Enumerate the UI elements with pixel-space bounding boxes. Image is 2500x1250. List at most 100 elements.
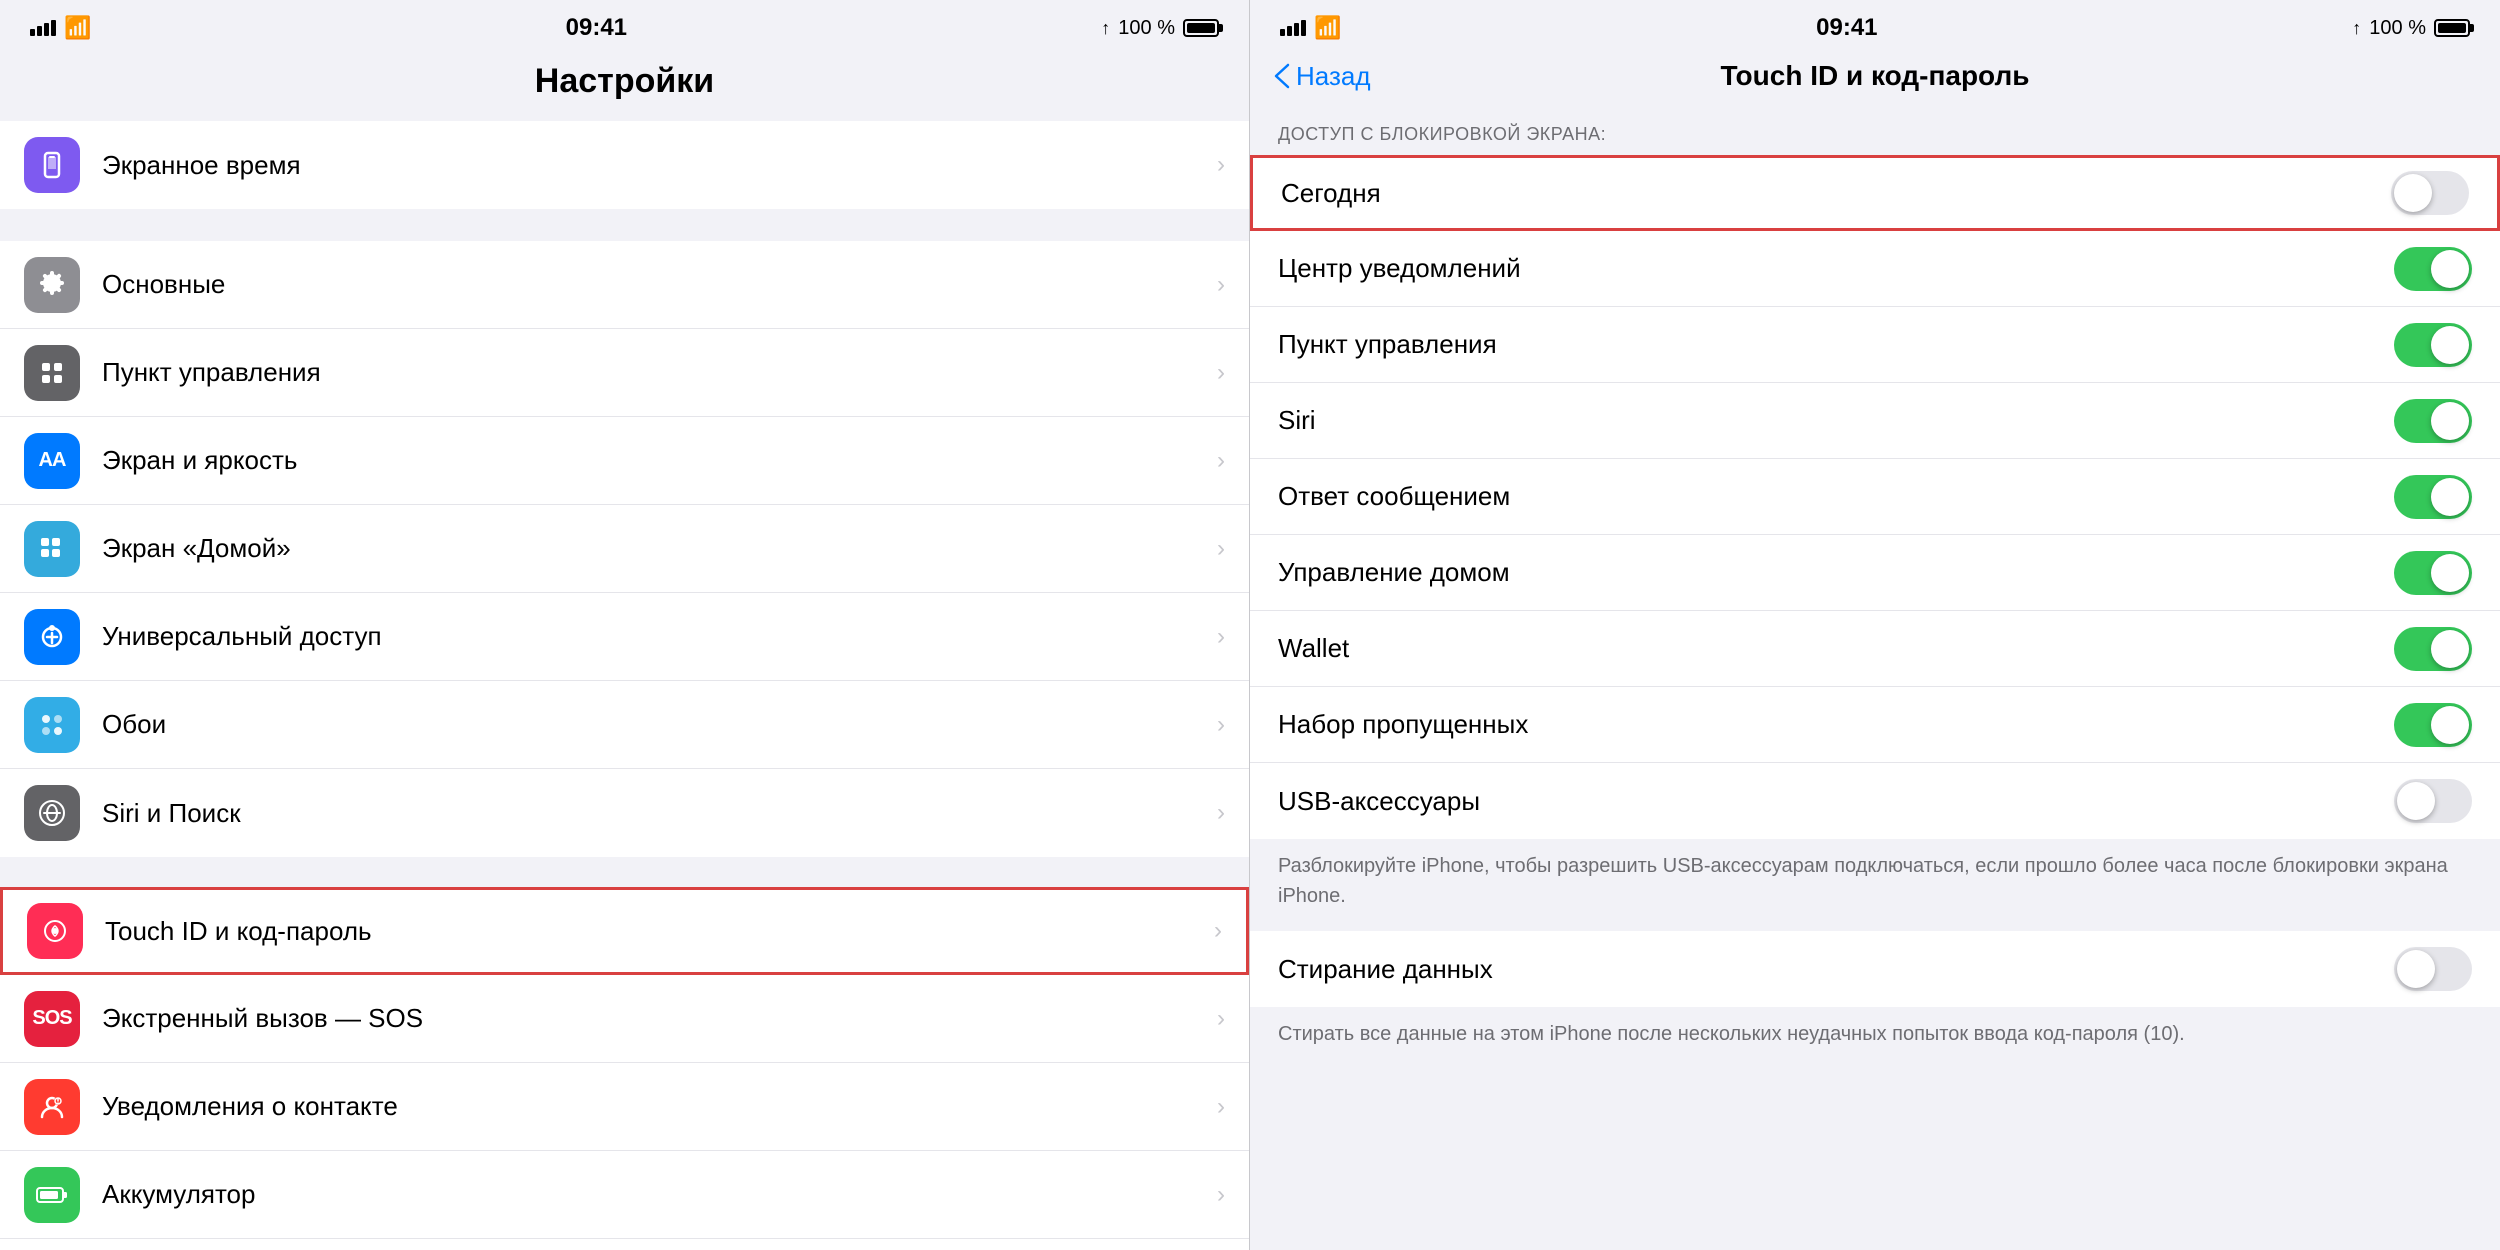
- toggle-missed-calls[interactable]: Набор пропущенных: [1250, 687, 2500, 763]
- today-toggle[interactable]: [2391, 171, 2469, 215]
- control-center-label: Пункт управления: [102, 357, 1209, 388]
- general-icon: [24, 257, 80, 313]
- reply-message-label: Ответ сообщением: [1278, 481, 2394, 512]
- notifications-toggle[interactable]: [2394, 247, 2472, 291]
- back-label: Назад: [1296, 61, 1371, 92]
- toggle-erase-data[interactable]: Стирание данных: [1250, 931, 2500, 1007]
- erase-data-toggle[interactable]: [2394, 947, 2472, 991]
- erase-section: Стирание данных: [1250, 931, 2500, 1007]
- toggle-today[interactable]: Сегодня: [1250, 155, 2500, 231]
- home-control-label: Управление домом: [1278, 557, 2394, 588]
- list-item-general[interactable]: Основные ›: [0, 241, 1249, 329]
- chevron-icon: ›: [1217, 359, 1225, 387]
- today-label: Сегодня: [1281, 178, 2391, 209]
- chevron-icon: ›: [1217, 1093, 1225, 1121]
- list-item-siri[interactable]: Siri и Поиск ›: [0, 769, 1249, 857]
- siri-toggle[interactable]: [2394, 399, 2472, 443]
- toggle-wallet[interactable]: Wallet: [1250, 611, 2500, 687]
- accessibility-label: Универсальный доступ: [102, 621, 1209, 652]
- battery-settings-icon: [24, 1167, 80, 1223]
- list-item-wallpaper[interactable]: Обои ›: [0, 681, 1249, 769]
- sos-label: Экстренный вызов — SOS: [102, 1003, 1209, 1034]
- chevron-icon: ›: [1217, 151, 1225, 179]
- chevron-icon: ›: [1217, 271, 1225, 299]
- right-location-icon: ↑: [2352, 18, 2361, 39]
- list-item-touch-id[interactable]: Touch ID и код-пароль ›: [0, 887, 1249, 975]
- lock-screen-section-header: ДОСТУП С БЛОКИРОВКОЙ ЭКРАНА:: [1250, 108, 2500, 155]
- chevron-icon: ›: [1217, 1181, 1225, 1209]
- page-title-right: Touch ID и код-пароль: [1394, 60, 2356, 92]
- battery-label: Аккумулятор: [102, 1179, 1209, 1210]
- list-item-battery[interactable]: Аккумулятор ›: [0, 1151, 1249, 1239]
- reply-message-toggle[interactable]: [2394, 475, 2472, 519]
- chevron-icon: ›: [1217, 623, 1225, 651]
- list-item-accessibility[interactable]: Универсальный доступ ›: [0, 593, 1249, 681]
- left-battery-area: ↑ 100 %: [1101, 17, 1219, 40]
- usb-label: USB-аксессуары: [1278, 786, 2394, 817]
- erase-data-label: Стирание данных: [1278, 954, 2394, 985]
- right-battery-area: ↑ 100 %: [2352, 17, 2470, 40]
- toggle-siri[interactable]: Siri: [1250, 383, 2500, 459]
- settings-title: Настройки: [0, 52, 1249, 121]
- contact-notif-label: Уведомления о контакте: [102, 1091, 1209, 1122]
- chevron-icon: ›: [1217, 447, 1225, 475]
- erase-footer: Стирать все данные на этом iPhone после …: [1250, 1007, 2500, 1069]
- wallet-label: Wallet: [1278, 633, 2394, 664]
- control-center-icon: [24, 345, 80, 401]
- right-content: ДОСТУП С БЛОКИРОВКОЙ ЭКРАНА: Сегодня Цен…: [1250, 108, 2500, 1250]
- siri-icon: [24, 785, 80, 841]
- chevron-icon: ›: [1214, 917, 1222, 945]
- left-time: 09:41: [566, 14, 627, 42]
- usb-toggle[interactable]: [2394, 779, 2472, 823]
- wallpaper-label: Обои: [102, 709, 1209, 740]
- wallet-toggle[interactable]: [2394, 627, 2472, 671]
- right-battery-icon: [2434, 19, 2470, 37]
- list-item-home-screen[interactable]: Экран «Домой» ›: [0, 505, 1249, 593]
- wifi-icon: 📶: [64, 15, 91, 41]
- control-center-toggle[interactable]: [2394, 323, 2472, 367]
- right-signal-area: 📶: [1280, 15, 1341, 41]
- settings-group-2: Основные › Пункт управления ›: [0, 241, 1249, 857]
- touch-id-panel: 📶 09:41 ↑ 100 % Назад Touch ID и код-пар…: [1250, 0, 2500, 1250]
- contact-notif-icon: [24, 1079, 80, 1135]
- back-button[interactable]: Назад: [1274, 61, 1394, 92]
- list-item-privacy[interactable]: Конфиденциальность ›: [0, 1239, 1249, 1250]
- list-item-sos[interactable]: SOS Экстренный вызов — SOS ›: [0, 975, 1249, 1063]
- display-label: Экран и яркость: [102, 445, 1209, 476]
- general-label: Основные: [102, 269, 1209, 300]
- battery-icon: [1183, 19, 1219, 37]
- list-item-contact-notif[interactable]: Уведомления о контакте ›: [0, 1063, 1249, 1151]
- touch-id-icon: [27, 903, 83, 959]
- accessibility-icon: [24, 609, 80, 665]
- toggle-control-center[interactable]: Пункт управления: [1250, 307, 2500, 383]
- chevron-icon: ›: [1217, 799, 1225, 827]
- list-item-display[interactable]: AA Экран и яркость ›: [0, 417, 1249, 505]
- toggle-usb[interactable]: USB-аксессуары: [1250, 763, 2500, 839]
- right-time: 09:41: [1816, 14, 1877, 42]
- screen-time-label: Экранное время: [102, 150, 1209, 181]
- toggle-notifications[interactable]: Центр уведомлений: [1250, 231, 2500, 307]
- right-status-bar: 📶 09:41 ↑ 100 %: [1250, 0, 2500, 52]
- chevron-icon: ›: [1217, 535, 1225, 563]
- toggle-home-control[interactable]: Управление домом: [1250, 535, 2500, 611]
- left-battery-label: 100 %: [1118, 17, 1175, 40]
- toggle-reply-message[interactable]: Ответ сообщением: [1250, 459, 2500, 535]
- list-item-screen-time[interactable]: Экранное время ›: [0, 121, 1249, 209]
- settings-group-1: Экранное время ›: [0, 121, 1249, 209]
- siri-toggle-label: Siri: [1278, 405, 2394, 436]
- siri-label: Siri и Поиск: [102, 798, 1209, 829]
- missed-calls-toggle[interactable]: [2394, 703, 2472, 747]
- signal-area: 📶: [30, 15, 91, 41]
- left-status-bar: 📶 09:41 ↑ 100 %: [0, 0, 1249, 52]
- display-icon: AA: [24, 433, 80, 489]
- chevron-icon: ›: [1217, 1005, 1225, 1033]
- touch-id-label: Touch ID и код-пароль: [105, 916, 1206, 947]
- right-signal-icon: [1280, 20, 1306, 36]
- settings-panel: 📶 09:41 ↑ 100 % Настройки: [0, 0, 1250, 1250]
- wallpaper-icon: [24, 697, 80, 753]
- home-control-toggle[interactable]: [2394, 551, 2472, 595]
- sos-icon: SOS: [24, 991, 80, 1047]
- missed-calls-label: Набор пропущенных: [1278, 709, 2394, 740]
- home-screen-icon: [24, 521, 80, 577]
- list-item-control-center[interactable]: Пункт управления ›: [0, 329, 1249, 417]
